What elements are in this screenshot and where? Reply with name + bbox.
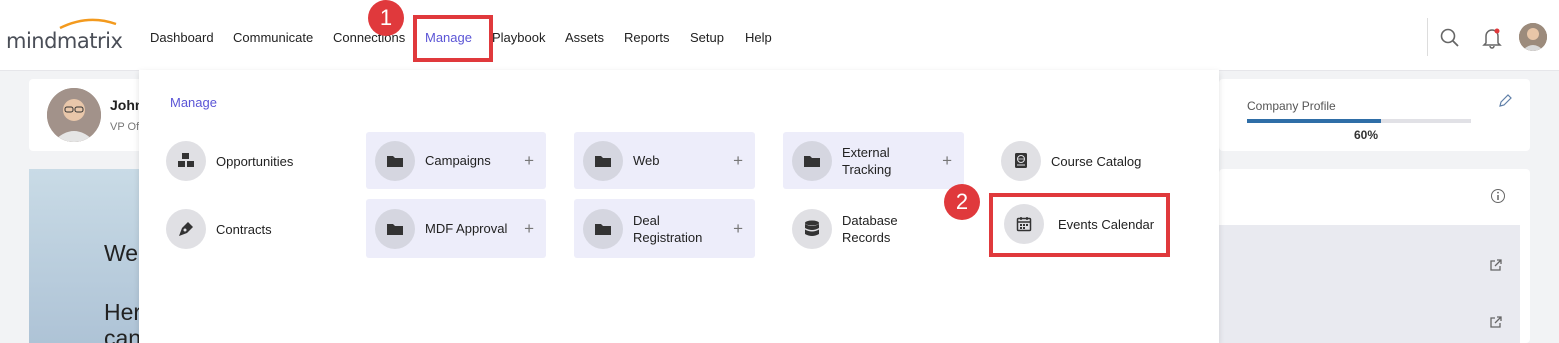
pen-nib-icon <box>166 209 206 249</box>
nav-help[interactable]: Help <box>745 30 772 45</box>
company-profile-percent: 60% <box>1354 128 1379 142</box>
menu-item-deal-registration[interactable]: Deal Registration + <box>574 199 755 258</box>
nav-playbook[interactable]: Playbook <box>492 30 545 45</box>
welcome-banner: We Her can <box>29 169 144 343</box>
expand-plus-icon[interactable]: + <box>733 219 743 239</box>
menu-item-label: Campaigns <box>425 153 491 168</box>
menu-item-label: External Tracking <box>842 144 891 178</box>
company-profile-label: Company Profile <box>1247 99 1336 113</box>
nav-assets[interactable]: Assets <box>565 30 604 45</box>
menu-item-label: Opportunities <box>216 153 294 169</box>
step-badge-2: 2 <box>944 184 980 220</box>
company-profile-progress <box>1247 119 1471 123</box>
edit-pencil-icon[interactable] <box>1494 90 1516 112</box>
database-icon <box>792 209 832 249</box>
menu-item-label: MDF Approval <box>425 221 508 236</box>
menu-item-web[interactable]: Web + <box>574 132 755 189</box>
welcome-line-3: can <box>104 325 142 343</box>
expand-plus-icon[interactable]: + <box>733 151 743 171</box>
label-line-2: Records <box>842 230 891 245</box>
folder-icon <box>375 208 415 249</box>
notification-bell-icon[interactable] <box>1481 27 1503 49</box>
menu-item-label: Deal Registration <box>633 212 702 246</box>
menu-item-mdf-approval[interactable]: MDF Approval + <box>366 199 546 258</box>
menu-item-campaigns[interactable]: Campaigns + <box>366 132 546 189</box>
menu-item-label: Database Records <box>842 212 898 246</box>
info-icon[interactable] <box>1487 185 1509 207</box>
menu-item-database-records[interactable]: Database Records <box>792 209 898 249</box>
folder-icon <box>375 140 415 181</box>
callout-box-events-calendar <box>989 193 1170 257</box>
menu-item-label: Contracts <box>216 221 272 237</box>
toolbar-divider <box>1427 18 1428 56</box>
profile-title: VP Of <box>110 121 140 133</box>
search-icon[interactable] <box>1439 27 1461 49</box>
label-line-1: External <box>842 144 890 160</box>
profile-avatar <box>47 88 101 142</box>
progress-fill <box>1247 119 1382 123</box>
expand-plus-icon[interactable]: + <box>524 151 534 171</box>
label-line-1: Deal <box>633 212 660 228</box>
logo-swoosh-icon <box>59 18 117 30</box>
nav-dashboard[interactable]: Dashboard <box>150 30 214 45</box>
book-globe-icon <box>1001 141 1041 181</box>
label-line-1: Database <box>842 213 898 228</box>
menu-item-label: Web <box>633 153 660 168</box>
folder-icon <box>583 208 623 249</box>
cubes-icon <box>166 141 206 181</box>
mindmatrix-logo[interactable]: mindmatrix <box>6 18 123 53</box>
external-link-icon[interactable] <box>1485 311 1507 333</box>
label-line-2: Tracking <box>842 161 892 177</box>
nav-setup[interactable]: Setup <box>690 30 724 45</box>
expand-plus-icon[interactable]: + <box>524 219 534 239</box>
label-line-2: Registration <box>633 229 703 245</box>
user-avatar[interactable] <box>1519 23 1547 51</box>
menu-item-opportunities[interactable]: Opportunities <box>166 141 293 181</box>
nav-communicate[interactable]: Communicate <box>233 30 313 45</box>
logo-text: mindmatrix <box>6 29 123 53</box>
menu-item-external-tracking[interactable]: External Tracking + <box>783 132 964 189</box>
expand-plus-icon[interactable]: + <box>942 151 952 171</box>
welcome-line-1: We <box>104 240 139 266</box>
right-panel <box>1219 225 1520 343</box>
welcome-line-2: Her <box>104 299 142 325</box>
menu-title: Manage <box>170 95 217 110</box>
menu-item-course-catalog[interactable]: Course Catalog <box>1001 141 1141 181</box>
external-link-icon[interactable] <box>1485 254 1507 276</box>
menu-item-label: Course Catalog <box>1051 153 1142 169</box>
step-badge-1: 1 <box>368 0 404 36</box>
menu-item-contracts[interactable]: Contracts <box>166 209 272 249</box>
folder-icon <box>583 140 623 181</box>
top-bar: mindmatrix Dashboard Communicate Connect… <box>0 0 1559 71</box>
callout-box-manage <box>413 15 493 62</box>
folder-icon <box>792 140 832 181</box>
nav-reports[interactable]: Reports <box>624 30 670 45</box>
